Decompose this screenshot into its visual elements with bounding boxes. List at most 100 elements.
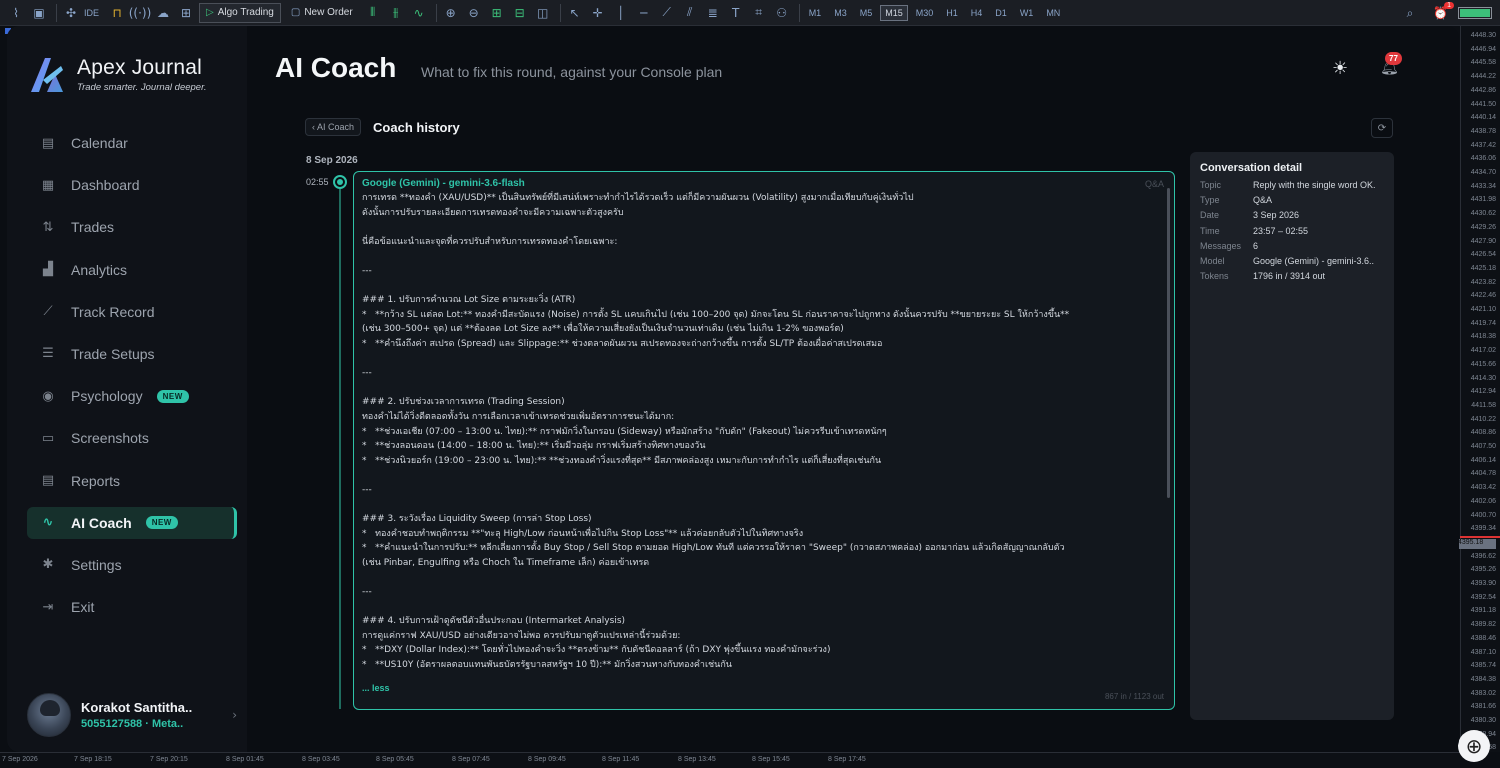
sidebar-item-screenshots[interactable]: ▭ Screenshots bbox=[27, 422, 237, 454]
magnifier-icon[interactable]: ⊕ bbox=[1458, 730, 1490, 762]
horizontal-line-icon[interactable]: ─ bbox=[634, 3, 654, 23]
user-card[interactable]: Korakot Santitha.. 5055127588 · Meta.. › bbox=[27, 691, 237, 739]
sidebar-item-reports[interactable]: ▤ Reports bbox=[27, 465, 237, 497]
timeframe-m5[interactable]: M5 bbox=[855, 5, 878, 21]
fibonacci-icon[interactable]: ≣ bbox=[703, 3, 723, 23]
trades-icon: ⇅ bbox=[42, 219, 54, 235]
time-tick: 8 Sep 07:45 bbox=[452, 756, 490, 763]
new-badge: NEW bbox=[156, 389, 189, 403]
sidebar-item-trades[interactable]: ⇅ Trades bbox=[27, 211, 237, 243]
message-scrollbar[interactable] bbox=[1167, 188, 1170, 498]
sidebar-item-analytics[interactable]: ▟ Analytics bbox=[27, 254, 237, 286]
price-tick: 4389.82 bbox=[1470, 621, 1496, 629]
message-type: Q&A bbox=[1144, 179, 1164, 189]
label-icon[interactable]: ⌗ bbox=[749, 3, 769, 23]
experts-icon[interactable]: ✣ bbox=[61, 3, 81, 23]
terminal-toolbar: ⌇ ▣ ✣ IDE ⊓ ((·)) ☁ ⊞ ▷ Algo Trading ▢ N… bbox=[0, 0, 1500, 26]
shapes-icon[interactable]: ⚇ bbox=[772, 3, 792, 23]
message-card[interactable]: Google (Gemini) - gemini-3.6-flash Q&A ก… bbox=[353, 171, 1175, 710]
time-tick: 8 Sep 03:45 bbox=[302, 756, 340, 763]
trend-icon: ⟋ bbox=[43, 304, 53, 320]
templates-icon[interactable]: ▣ bbox=[29, 3, 49, 23]
brand-name: Apex Journal bbox=[77, 55, 202, 79]
screenshot-icon[interactable]: ◫ bbox=[533, 3, 553, 23]
price-tick: 4444.22 bbox=[1470, 73, 1496, 81]
price-tick: 4406.14 bbox=[1470, 456, 1496, 464]
vertical-line-icon[interactable]: │ bbox=[611, 3, 631, 23]
timeframe-h4[interactable]: H4 bbox=[966, 5, 988, 21]
timeframe-mn[interactable]: MN bbox=[1041, 5, 1065, 21]
tile-icon[interactable]: ⊞ bbox=[487, 3, 507, 23]
detail-rows: Topic Reply with the single word OK. Type Q… bbox=[1200, 178, 1384, 284]
detail-key: Time bbox=[1200, 225, 1220, 236]
chart-type-icon[interactable]: ⌇ bbox=[6, 3, 26, 23]
candles-icon[interactable]: ⫵ bbox=[386, 3, 406, 23]
text-icon[interactable]: T bbox=[726, 3, 746, 23]
user-info: Korakot Santitha.. 5055127588 · Meta.. bbox=[81, 700, 192, 730]
price-tick: 4387.10 bbox=[1470, 648, 1496, 656]
sidebar-item-label: Screenshots bbox=[71, 430, 149, 447]
autoscroll-icon[interactable]: ⊟ bbox=[510, 3, 530, 23]
price-tick: 4430.62 bbox=[1470, 210, 1496, 218]
timeframe-h1[interactable]: H1 bbox=[941, 5, 963, 21]
detail-value: Q&A bbox=[1253, 195, 1273, 206]
time-tick: 7 Sep 18:15 bbox=[74, 756, 112, 763]
sidebar-item-calendar[interactable]: ▤ Calendar bbox=[27, 127, 237, 159]
zoom-in-icon[interactable]: ⊕ bbox=[441, 3, 461, 23]
new-order-button[interactable]: ▢ New Order bbox=[284, 3, 360, 23]
detail-value: 6 bbox=[1253, 240, 1259, 251]
price-tick: 4445.58 bbox=[1470, 59, 1496, 67]
market-icon[interactable]: ⊞ bbox=[176, 3, 196, 23]
price-tick: 4412.94 bbox=[1470, 388, 1496, 396]
grid-icon: ▦ bbox=[41, 177, 55, 193]
timeframe-m15[interactable]: M15 bbox=[880, 4, 908, 21]
time-tick: 8 Sep 13:45 bbox=[678, 756, 716, 763]
cursor-icon[interactable]: ↖ bbox=[565, 3, 585, 23]
price-tick: 4436.06 bbox=[1470, 155, 1496, 163]
trendline-icon[interactable]: ⟋ bbox=[657, 3, 677, 23]
algo-trading-button[interactable]: ▷ Algo Trading bbox=[199, 2, 281, 23]
timeframe-w1[interactable]: W1 bbox=[1015, 5, 1039, 21]
alarm-icon[interactable]: ⏰ 1 bbox=[1433, 2, 1454, 20]
section-title: Coach history bbox=[373, 119, 460, 135]
timeframe-d1[interactable]: D1 bbox=[990, 5, 1012, 21]
timeframe-m30[interactable]: M30 bbox=[911, 5, 939, 21]
timeframe-m1[interactable]: M1 bbox=[804, 5, 827, 21]
sidebar-item-dashboard[interactable]: ▦ Dashboard bbox=[27, 169, 237, 201]
sidebar-item-trade-setups[interactable]: ☰ Trade Setups bbox=[27, 338, 237, 370]
new-order-label: New Order bbox=[304, 7, 353, 18]
ide-button[interactable]: IDE bbox=[84, 8, 99, 18]
theme-toggle-sun-icon[interactable]: ☀ bbox=[1332, 58, 1352, 79]
sidebar-item-exit[interactable]: ⇥ Exit bbox=[27, 591, 237, 623]
brand[interactable]: Apex Journal Trade smarter. Journal deep… bbox=[27, 52, 207, 96]
lock-icon[interactable]: ⊓ bbox=[107, 3, 127, 23]
signal-icon[interactable]: ((·)) bbox=[129, 3, 152, 23]
price-tick: 4384.38 bbox=[1470, 675, 1496, 683]
channel-icon[interactable]: ⫽ bbox=[680, 3, 700, 23]
search-icon[interactable]: ⌕ bbox=[1400, 3, 1420, 23]
sidebar-item-settings[interactable]: ✱ Settings bbox=[27, 549, 237, 581]
detail-key: Model bbox=[1200, 256, 1225, 267]
line-chart-icon[interactable]: ∿ bbox=[409, 3, 429, 23]
refresh-icon[interactable]: ⟳ bbox=[1371, 118, 1393, 138]
back-to-ai-coach-button[interactable]: ‹ AI Coach bbox=[305, 118, 362, 136]
time-tick: 7 Sep 2026 bbox=[2, 756, 38, 763]
detail-key: Topic bbox=[1200, 180, 1222, 190]
sidebar-item-label: Exit bbox=[71, 599, 95, 616]
timeframe-buttons: M1 M3 M5 M15 M30 H1 H4 D1 W1 MN bbox=[804, 4, 1069, 21]
sidebar-item-label: Reports bbox=[71, 472, 121, 489]
crosshair-icon[interactable]: ✛ bbox=[588, 3, 608, 23]
bar-chart-icon: ▟ bbox=[43, 262, 53, 278]
timeframe-m3[interactable]: M3 bbox=[829, 5, 852, 21]
sidebar-item-ai-coach[interactable]: ∿ AI Coach NEW bbox=[27, 506, 237, 539]
sidebar-item-track-record[interactable]: ⟋ Track Record bbox=[27, 296, 237, 328]
bar-chart-icon[interactable]: ⫴ bbox=[363, 3, 383, 23]
battery-icon bbox=[1458, 7, 1492, 19]
detail-value: 1796 in / 3914 out bbox=[1253, 271, 1326, 282]
sidebar-item-label: Track Record bbox=[71, 303, 155, 320]
cloud-icon[interactable]: ☁ bbox=[153, 3, 173, 23]
zoom-out-icon[interactable]: ⊖ bbox=[464, 3, 484, 23]
sidebar-item-psychology[interactable]: ◉ Psychology NEW bbox=[27, 380, 237, 412]
show-less-link[interactable]: ... less bbox=[362, 683, 1166, 693]
price-tick: 4418.38 bbox=[1470, 333, 1496, 341]
